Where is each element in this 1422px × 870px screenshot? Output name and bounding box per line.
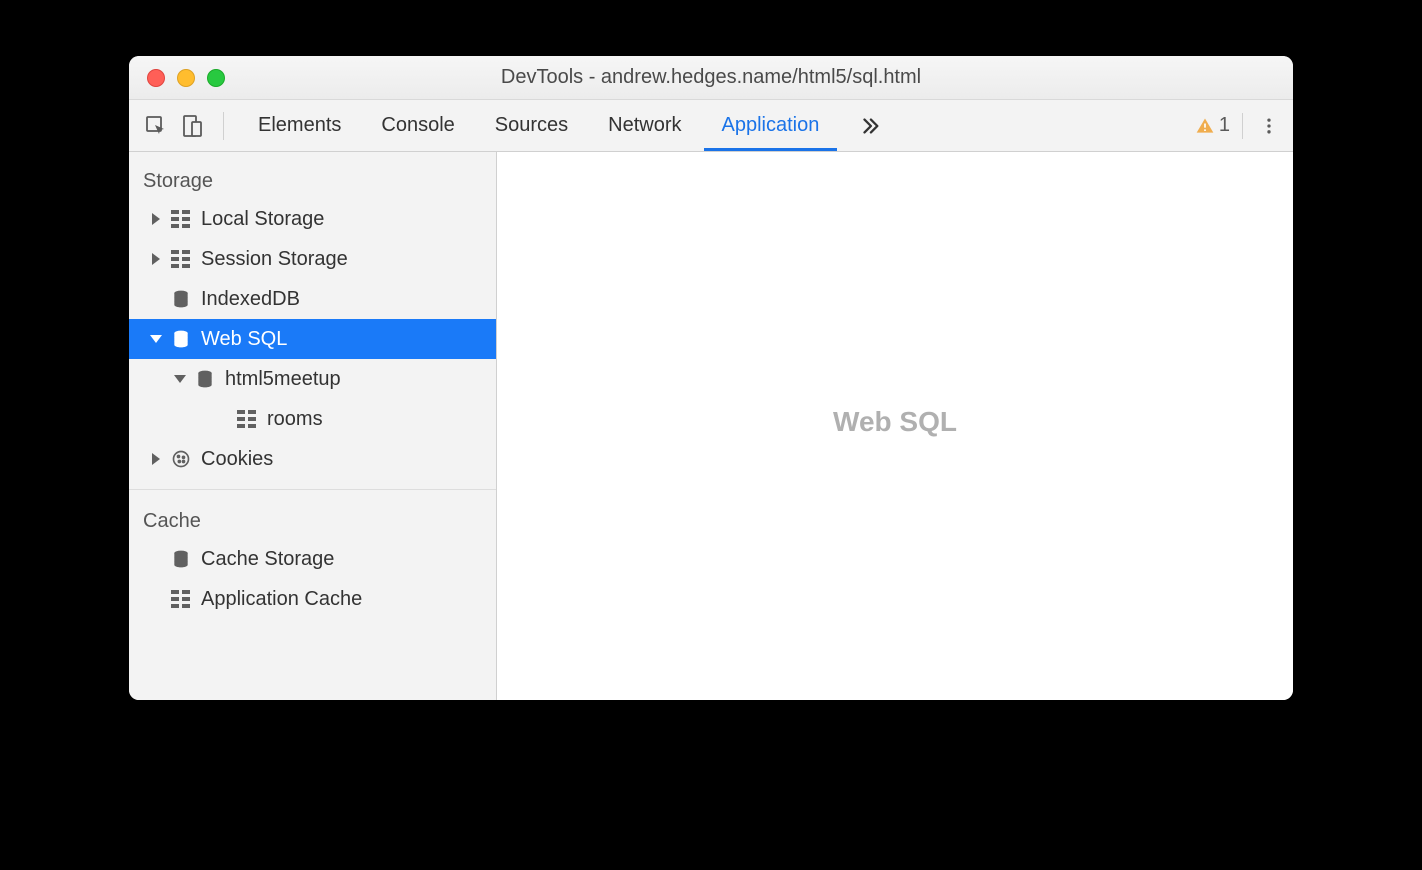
tree-label: Application Cache xyxy=(201,588,362,611)
database-icon xyxy=(169,329,193,349)
toolbar-right: 1 xyxy=(1195,112,1283,140)
section-header-cache: Cache xyxy=(129,500,496,539)
tree-label: Cookies xyxy=(201,448,273,471)
window-title: DevTools - andrew.hedges.name/html5/sql.… xyxy=(129,66,1293,89)
collapse-arrow-icon xyxy=(149,332,163,346)
toolbar-divider xyxy=(1242,113,1243,139)
tree-label: Session Storage xyxy=(201,248,348,271)
expand-arrow-icon xyxy=(149,212,163,226)
tab-console[interactable]: Console xyxy=(363,100,472,151)
tab-overflow[interactable] xyxy=(841,100,899,151)
database-icon xyxy=(169,549,193,569)
tab-label: Sources xyxy=(495,114,568,137)
devtools-window: DevTools - andrew.hedges.name/html5/sql.… xyxy=(129,56,1293,700)
section-header-storage: Storage xyxy=(129,160,496,199)
tab-application[interactable]: Application xyxy=(704,100,838,151)
sidebar-item-application-cache[interactable]: Application Cache xyxy=(129,579,496,619)
device-toggle-icon[interactable] xyxy=(177,111,207,141)
tree-label: rooms xyxy=(267,408,323,431)
storage-grid-icon xyxy=(169,210,193,228)
cookie-icon xyxy=(169,449,193,469)
sidebar-item-indexeddb[interactable]: IndexedDB xyxy=(129,279,496,319)
tab-network[interactable]: Network xyxy=(590,100,699,151)
warning-icon xyxy=(1195,116,1215,136)
toolbar: Elements Console Sources Network Applica… xyxy=(129,100,1293,152)
storage-grid-icon xyxy=(169,250,193,268)
section-divider xyxy=(129,489,496,490)
database-icon xyxy=(193,369,217,389)
sidebar-item-session-storage[interactable]: Session Storage xyxy=(129,239,496,279)
warning-count: 1 xyxy=(1219,114,1230,137)
application-sidebar: Storage Local Storage Session Storage xyxy=(129,152,497,700)
warnings-indicator[interactable]: 1 xyxy=(1195,114,1230,137)
table-grid-icon xyxy=(235,410,259,428)
tab-label: Network xyxy=(608,114,681,137)
tab-sources[interactable]: Sources xyxy=(477,100,586,151)
expand-arrow-icon xyxy=(149,252,163,266)
storage-grid-icon xyxy=(169,590,193,608)
panel-tabs: Elements Console Sources Network Applica… xyxy=(240,100,899,151)
panel-body: Storage Local Storage Session Storage xyxy=(129,152,1293,700)
maximize-window-button[interactable] xyxy=(207,69,225,87)
sidebar-item-web-sql-database[interactable]: html5meetup xyxy=(129,359,496,399)
chevron-double-right-icon xyxy=(859,115,881,137)
minimize-window-button[interactable] xyxy=(177,69,195,87)
tree-label: Local Storage xyxy=(201,208,324,231)
close-window-button[interactable] xyxy=(147,69,165,87)
tree-label: Cache Storage xyxy=(201,548,334,571)
tab-elements[interactable]: Elements xyxy=(240,100,359,151)
main-placeholder-label: Web SQL xyxy=(833,406,957,438)
inspect-element-icon[interactable] xyxy=(141,111,171,141)
sidebar-item-web-sql[interactable]: Web SQL xyxy=(129,319,496,359)
sidebar-item-cookies[interactable]: Cookies xyxy=(129,439,496,479)
expand-arrow-icon xyxy=(149,452,163,466)
sidebar-item-local-storage[interactable]: Local Storage xyxy=(129,199,496,239)
database-icon xyxy=(169,289,193,309)
kebab-icon xyxy=(1259,116,1279,136)
sidebar-item-cache-storage[interactable]: Cache Storage xyxy=(129,539,496,579)
toolbar-divider xyxy=(223,112,224,140)
tree-label: IndexedDB xyxy=(201,288,300,311)
tab-label: Console xyxy=(381,114,454,137)
tree-label: Web SQL xyxy=(201,328,287,351)
settings-menu-button[interactable] xyxy=(1255,112,1283,140)
titlebar: DevTools - andrew.hedges.name/html5/sql.… xyxy=(129,56,1293,100)
tree-label: html5meetup xyxy=(225,368,341,391)
sidebar-item-web-sql-table[interactable]: rooms xyxy=(129,399,496,439)
tab-label: Elements xyxy=(258,114,341,137)
traffic-lights xyxy=(147,69,225,87)
main-content: Web SQL xyxy=(497,152,1293,700)
tab-label: Application xyxy=(722,114,820,137)
collapse-arrow-icon xyxy=(173,372,187,386)
